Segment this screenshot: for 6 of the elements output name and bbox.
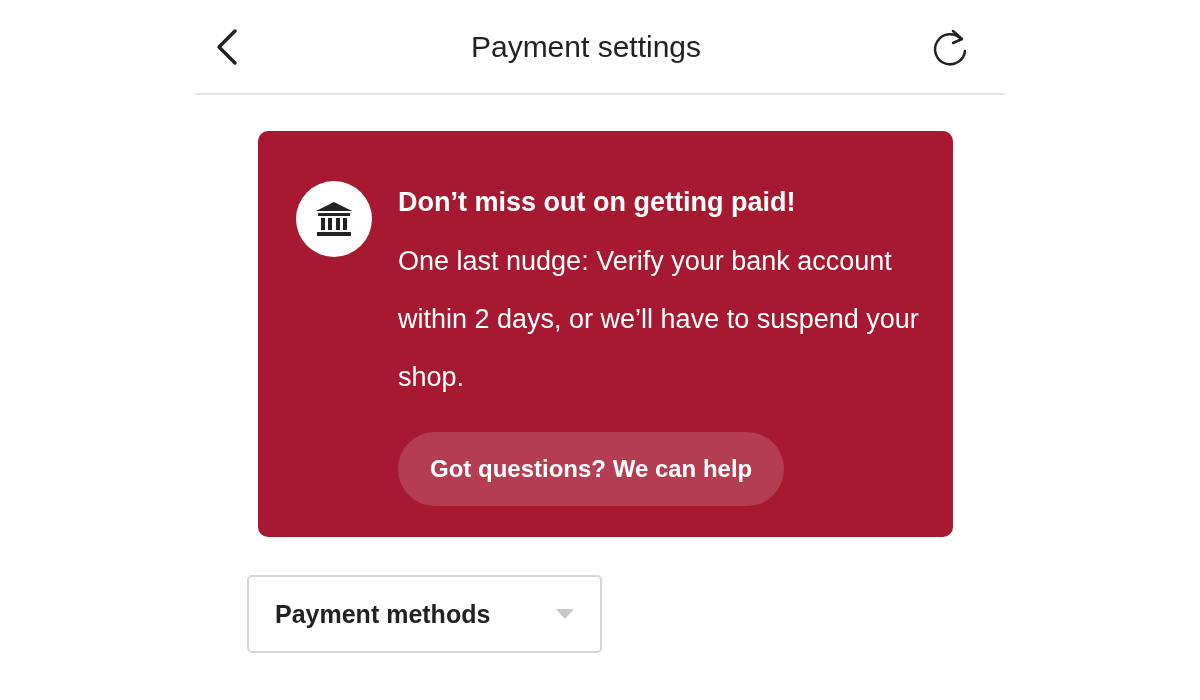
payment-methods-dropdown[interactable]: Payment methods [247,575,602,653]
caret-icon [556,609,574,619]
banner-title: Don’t miss out on getting paid! [398,186,796,219]
help-button[interactable]: Got questions? We can help [398,432,785,506]
banner-message: One last nudge: Verify your bank account within 2 days, or we’ll have to suspend your shop. [398,245,920,394]
page-title: Payment settings [470,29,702,64]
